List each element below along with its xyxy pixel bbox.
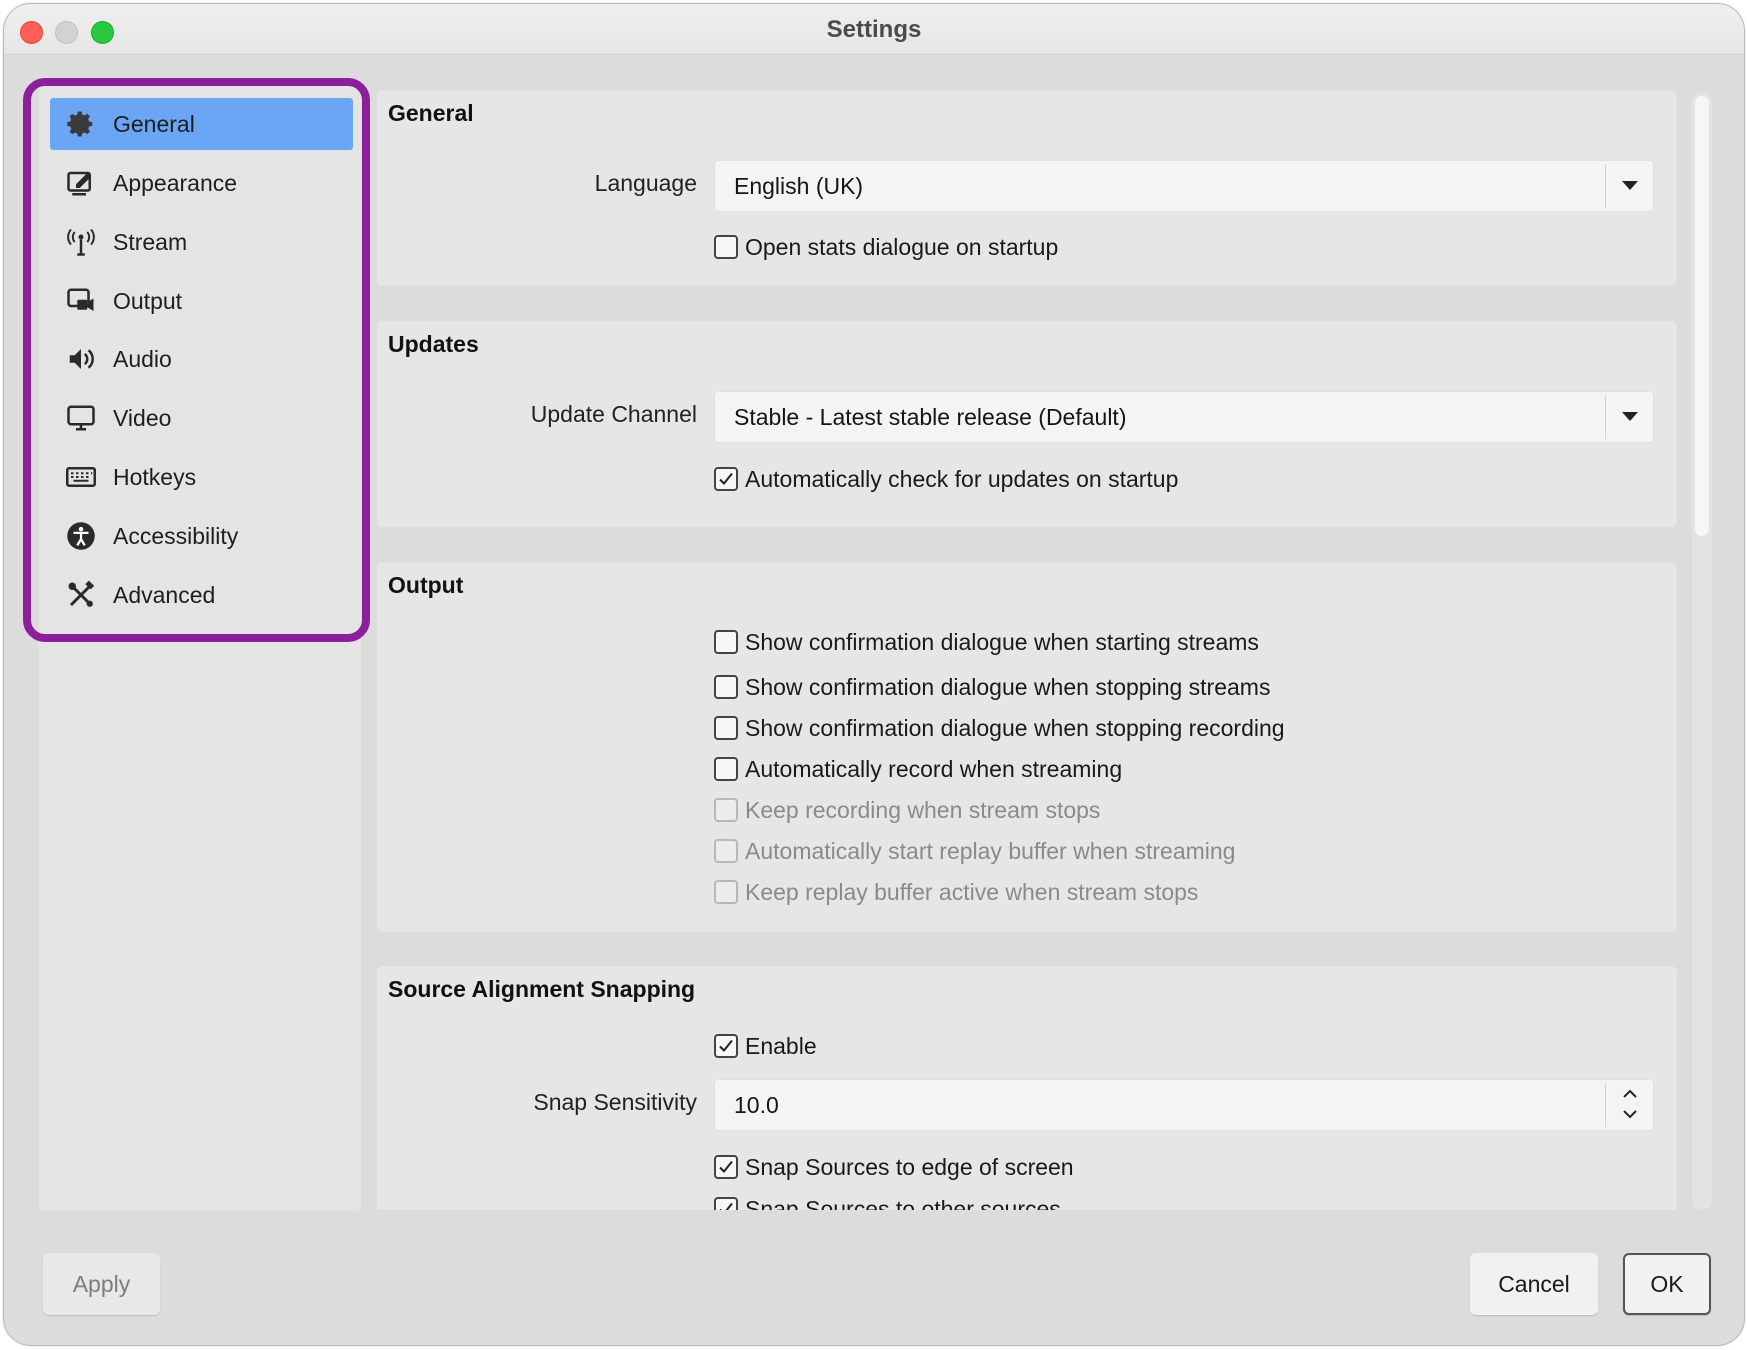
snap-sensitivity-spinbox[interactable]: 10.0 bbox=[714, 1079, 1654, 1131]
enable-label: Enable bbox=[745, 1032, 817, 1059]
vertical-scrollbar[interactable] bbox=[1692, 92, 1712, 1210]
ok-button[interactable]: OK bbox=[1623, 1253, 1711, 1315]
cancel-button[interactable]: Cancel bbox=[1470, 1253, 1598, 1315]
snapping-title: Source Alignment Snapping bbox=[388, 976, 696, 1002]
settings-window: Settings General Appearance Stream Outpu… bbox=[3, 3, 1745, 1346]
checkbox-checked-icon bbox=[714, 1197, 738, 1210]
apply-button[interactable]: Apply bbox=[43, 1253, 160, 1315]
chevron-down-icon[interactable] bbox=[1621, 1105, 1639, 1123]
settings-scroll-viewport: Source Alignment Snapping Enable Snap Se… bbox=[4, 4, 1744, 1210]
snap-other-label: Snap Sources to other sources bbox=[745, 1195, 1061, 1211]
snap-edge-checkbox[interactable]: Snap Sources to edge of screen bbox=[714, 1152, 1074, 1182]
checkbox-checked-icon bbox=[714, 1034, 738, 1058]
snap-edge-label: Snap Sources to edge of screen bbox=[745, 1153, 1074, 1180]
snap-other-checkbox[interactable]: Snap Sources to other sources bbox=[714, 1194, 1061, 1210]
snap-sensitivity-label: Snap Sensitivity bbox=[533, 1089, 697, 1115]
snapping-enable-checkbox[interactable]: Enable bbox=[714, 1031, 817, 1061]
scrollbar-thumb[interactable] bbox=[1695, 96, 1709, 536]
chevron-up-icon[interactable] bbox=[1621, 1085, 1639, 1103]
snap-sensitivity-value: 10.0 bbox=[734, 1092, 779, 1118]
checkbox-checked-icon bbox=[714, 1155, 738, 1179]
